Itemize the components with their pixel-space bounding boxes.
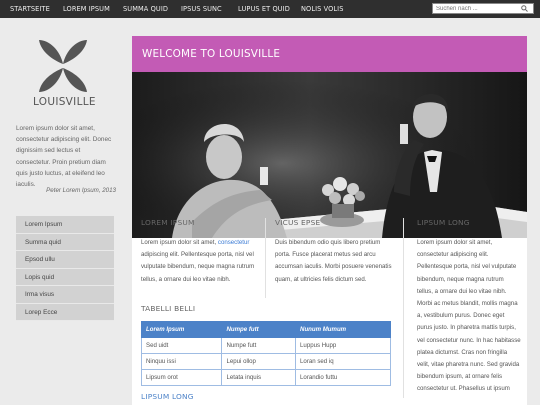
logo-text: LOUISVILLE: [33, 96, 96, 108]
side-menu-item-epsod-ullu[interactable]: Epsod ullu: [16, 251, 114, 269]
side-menu-item-summa-quid[interactable]: Summa quid: [16, 233, 114, 251]
search-input[interactable]: [433, 4, 519, 13]
table-cell: Lorandio futtu: [295, 369, 391, 386]
nav-item-startseite[interactable]: STARTSEITE: [10, 0, 50, 18]
table-row: Lipsum orot Letata inquis Lorandio futtu: [140, 369, 391, 386]
column-lorem-ipsum-title: LOREM IPSUM: [141, 218, 195, 227]
table-cell: Letata inquis: [221, 369, 297, 386]
table-row: Sed uidt Numpe futt Luppus Hupp: [140, 337, 391, 354]
table-header-cell: Lorem Ipsum: [140, 321, 223, 338]
table-header-cell: Numpe futt: [221, 321, 297, 338]
table-cell: Sed uidt: [140, 337, 223, 354]
table-header-cell: Nunum Mumum: [295, 321, 391, 338]
nav-item-nolis-volis[interactable]: NOLIS VOLIS: [301, 0, 344, 18]
table-cell: Numpe futt: [221, 337, 297, 354]
data-table: Lorem Ipsum Numpe futt Nunum Mumum Sed u…: [140, 321, 391, 386]
column-lorem-ipsum: LOREM IPSUM Lorem ipsum dolor sit amet, …: [141, 218, 259, 286]
column-lipsum-long-title: LIPSUM LONG: [417, 218, 470, 227]
top-navigation: STARTSEITE LOREM IPSUM SUMMA QUID IPSUS …: [0, 0, 540, 18]
search-box: [432, 3, 534, 14]
column-divider: [265, 218, 266, 298]
intro-text: Lorem ipsum dolor sit amet, consectetur …: [16, 125, 112, 189]
column-divider: [403, 218, 404, 398]
column-vicus-epse: VICUS EPSE Duis bibendum odio quis liber…: [275, 218, 393, 286]
table-header-row: Lorem Ipsum Numpe futt Nunum Mumum: [140, 321, 391, 338]
side-menu: Lorem Ipsum Summa quid Epsod ullu Lopis …: [16, 216, 114, 321]
table-cell: Luppus Hupp: [295, 337, 391, 354]
logo-icon[interactable]: [33, 36, 93, 96]
column-lipsum-long: LIPSUM LONG Lorem ipsum dolor sit amet, …: [417, 218, 521, 396]
table-cell: Loran sed iq: [295, 353, 391, 370]
column-vicus-epse-text: Duis bibendum odio quis libero pretium p…: [275, 239, 392, 283]
quote-attribution: Peter Lorem Ipsum, 2013: [46, 187, 116, 194]
welcome-title: WELCOME TO LOUISVILLE: [142, 48, 281, 60]
consectetur-link[interactable]: consectetur: [218, 239, 250, 246]
hero-image: [132, 72, 527, 238]
table-cell: Lipsum orot: [140, 369, 223, 386]
bottom-section-title: LIPSUM LONG: [141, 392, 194, 401]
column-lipsum-long-text: Lorem ipsum dolor sit amet, consectetur …: [417, 239, 521, 393]
nav-item-lorem-ipsum[interactable]: LOREM IPSUM: [63, 0, 110, 18]
search-icon[interactable]: [519, 4, 529, 13]
nav-item-ipsus-sunc[interactable]: IPSUS SUNC: [181, 0, 222, 18]
table-title: TABELLI BELLI: [141, 304, 196, 313]
nav-item-lupus-et-quid[interactable]: LUPUS ET QUID: [238, 0, 290, 18]
table-cell: Lepui ollop: [221, 353, 297, 370]
side-menu-item-lorep-ecce[interactable]: Lorep Ecce: [16, 303, 114, 321]
nav-item-summa-quid[interactable]: SUMMA QUID: [123, 0, 168, 18]
side-menu-item-irma-visus[interactable]: Irma visus: [16, 286, 114, 304]
column-vicus-epse-title: VICUS EPSE: [275, 218, 321, 227]
welcome-banner: WELCOME TO LOUISVILLE: [132, 36, 527, 72]
side-menu-item-lopis-quid[interactable]: Lopis quid: [16, 268, 114, 286]
table-cell: Ninquu issi: [140, 353, 223, 370]
table-row: Ninquu issi Lepui ollop Loran sed iq: [140, 353, 391, 370]
column-lorem-ipsum-text: Lorem ipsum dolor sit amet, consectetur …: [141, 239, 255, 283]
side-menu-item-lorem-ipsum[interactable]: Lorem Ipsum: [16, 216, 114, 234]
